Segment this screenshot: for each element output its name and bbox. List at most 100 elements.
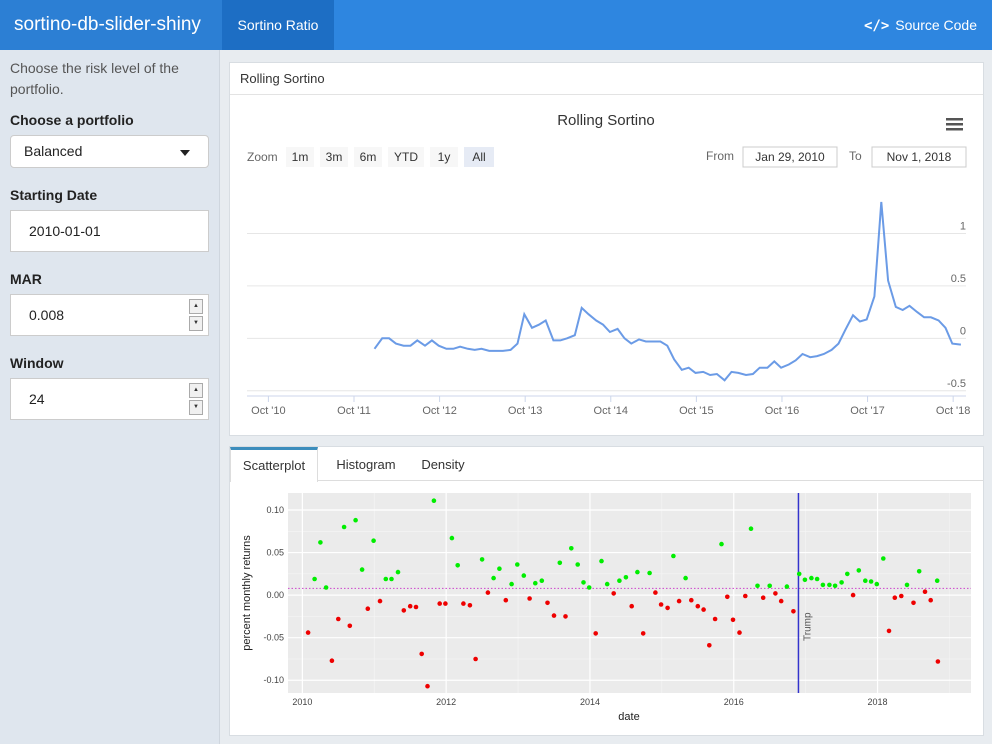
- data-point: [820, 582, 826, 588]
- increment-icon[interactable]: ▲: [189, 383, 203, 398]
- y-tick-label: -0.5: [947, 378, 966, 390]
- data-point: [545, 600, 550, 606]
- data-point: [467, 603, 473, 608]
- plot-panel: [288, 493, 971, 693]
- data-point: [515, 562, 520, 567]
- data-point: [353, 517, 358, 523]
- x-tick-label: Oct '13: [508, 405, 543, 417]
- data-point: [683, 575, 688, 581]
- data-point: [449, 535, 455, 541]
- x-tick-label: Oct '12: [422, 405, 457, 417]
- data-point: [593, 631, 598, 636]
- x-tick-label: Oct '14: [594, 405, 629, 417]
- data-point: [336, 616, 341, 622]
- window-stepper[interactable]: ▲ ▼: [189, 383, 203, 415]
- rolling-sortino-chart[interactable]: Rolling Sortino Zoom 1m 3m 6m YTD 1y All From…: [230, 96, 983, 436]
- zoom-button-label: 1y: [438, 150, 451, 164]
- x-tick-label: 2018: [868, 697, 888, 707]
- data-point: [575, 562, 580, 567]
- decrement-icon[interactable]: ▼: [189, 316, 203, 331]
- returns-panel: Scatterplot Histogram Density Trump 0.10…: [229, 446, 984, 736]
- data-point: [850, 592, 856, 598]
- data-point: [886, 628, 892, 634]
- data-point: [629, 603, 634, 609]
- tab-density[interactable]: Density: [410, 447, 476, 481]
- hamburger-menu-icon[interactable]: [946, 118, 963, 131]
- x-tick-label: Oct '18: [936, 405, 971, 417]
- data-point: [503, 597, 509, 603]
- data-point: [473, 656, 478, 662]
- data-point: [934, 578, 940, 583]
- data-point: [611, 591, 616, 596]
- data-point: [911, 600, 916, 606]
- data-point: [647, 570, 652, 576]
- data-point: [827, 582, 832, 588]
- data-point: [748, 526, 754, 531]
- data-point: [425, 683, 430, 689]
- mar-input[interactable]: 0.008 ▲ ▼: [10, 294, 209, 336]
- decrement-icon[interactable]: ▼: [189, 400, 203, 415]
- data-point: [730, 617, 736, 623]
- zoom-button-label: YTD: [394, 150, 418, 164]
- data-point: [784, 584, 790, 589]
- starting-date-input[interactable]: 2010-01-01: [10, 210, 209, 252]
- data-point: [586, 585, 592, 590]
- data-point: [395, 569, 401, 575]
- y-tick-label: -0.10: [263, 675, 284, 685]
- data-point: [461, 601, 466, 606]
- sidebar-description: Choose the risk level of the portfolio.: [10, 60, 179, 97]
- x-axis-label: date: [618, 711, 639, 723]
- data-point: [881, 556, 886, 561]
- x-tick-label: 2012: [436, 697, 456, 707]
- sidebar: Choose the risk level of the portfolio. …: [0, 50, 220, 744]
- data-point: [305, 630, 311, 635]
- data-point: [359, 567, 365, 572]
- source-code-link[interactable]: </> Source Code: [864, 0, 977, 50]
- mar-stepper[interactable]: ▲ ▼: [189, 299, 203, 331]
- data-point: [407, 603, 413, 609]
- starting-date-label: Starting Date: [10, 187, 98, 203]
- chart-title: Rolling Sortino: [557, 112, 655, 129]
- app-title[interactable]: sortino-db-slider-shiny: [0, 0, 222, 50]
- data-point: [509, 581, 514, 587]
- scatterplot-chart[interactable]: Trump 0.10 0.05 0.00 -0.05 -0.10 2010 2012 2014…: [230, 483, 983, 735]
- portfolio-select[interactable]: Balanced: [10, 135, 209, 168]
- y-tick-label: -0.05: [263, 633, 284, 643]
- tab-histogram[interactable]: Histogram: [322, 447, 410, 481]
- data-point: [856, 568, 862, 573]
- data-point: [863, 578, 868, 583]
- data-point: [755, 583, 760, 589]
- x-tick-label: Oct '11: [337, 405, 371, 417]
- tab-scatterplot[interactable]: Scatterplot: [230, 447, 318, 482]
- data-point: [413, 604, 419, 610]
- data-point: [581, 580, 586, 585]
- x-tick-label: Oct '15: [679, 405, 714, 417]
- box-header: Rolling Sortino: [230, 63, 983, 95]
- window-input[interactable]: 24 ▲ ▼: [10, 378, 209, 420]
- x-tick-label: 2014: [580, 697, 600, 707]
- data-point: [899, 593, 904, 599]
- data-point: [479, 557, 485, 562]
- data-point: [437, 601, 442, 606]
- data-point: [533, 580, 538, 586]
- data-point: [347, 623, 353, 629]
- data-point: [443, 601, 448, 606]
- data-point: [814, 576, 820, 582]
- data-point: [497, 566, 502, 571]
- data-point: [329, 658, 335, 663]
- data-point: [791, 609, 796, 614]
- increment-icon[interactable]: ▲: [189, 299, 203, 314]
- x-tick-label: Oct '10: [251, 405, 286, 417]
- from-date-value: Jan 29, 2010: [755, 150, 825, 164]
- tab-sortino-ratio[interactable]: Sortino Ratio: [222, 0, 334, 50]
- data-point: [377, 598, 383, 604]
- x-tick-label: Oct '17: [850, 405, 885, 417]
- data-point: [671, 553, 676, 559]
- zoom-button-label: 3m: [326, 150, 343, 164]
- x-tick-label: 2010: [292, 697, 312, 707]
- data-point: [617, 578, 622, 583]
- x-tick-label: 2016: [724, 697, 744, 707]
- mar-value: 0.008: [29, 307, 65, 323]
- data-point: [658, 602, 664, 607]
- zoom-label: Zoom: [247, 150, 278, 164]
